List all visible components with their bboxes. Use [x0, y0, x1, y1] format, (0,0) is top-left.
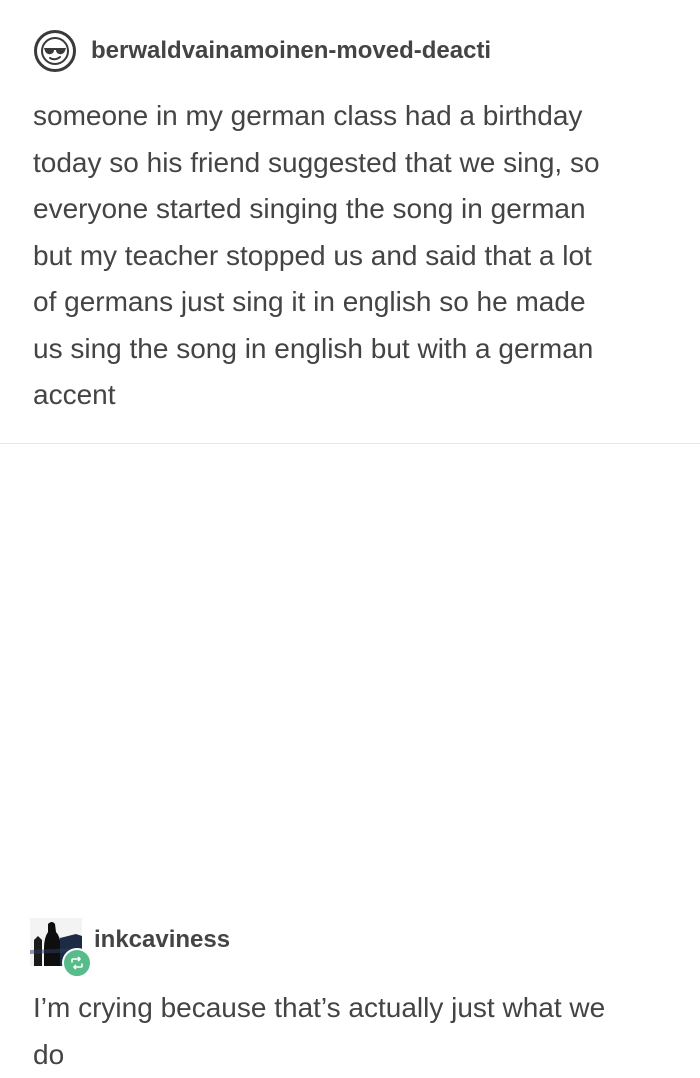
avatar[interactable]	[30, 918, 92, 978]
post-username[interactable]: berwaldvainamoinen-moved-deacti	[91, 37, 491, 65]
post-original: berwaldvainamoinen-moved-deacti someone …	[0, 0, 700, 444]
reblog-icon	[62, 948, 92, 978]
sunglasses-face-icon[interactable]	[34, 30, 76, 72]
post-body-text: I’m crying because that’s actually just …	[33, 992, 606, 1070]
post-header: berwaldvainamoinen-moved-deacti	[34, 30, 491, 72]
post-reply: inkcaviness I’m crying because that’s ac…	[0, 444, 700, 1070]
post-body-text: someone in my german class had a birthda…	[33, 100, 600, 410]
post-header: inkcaviness	[30, 918, 230, 978]
post-username[interactable]: inkcaviness	[94, 926, 230, 954]
